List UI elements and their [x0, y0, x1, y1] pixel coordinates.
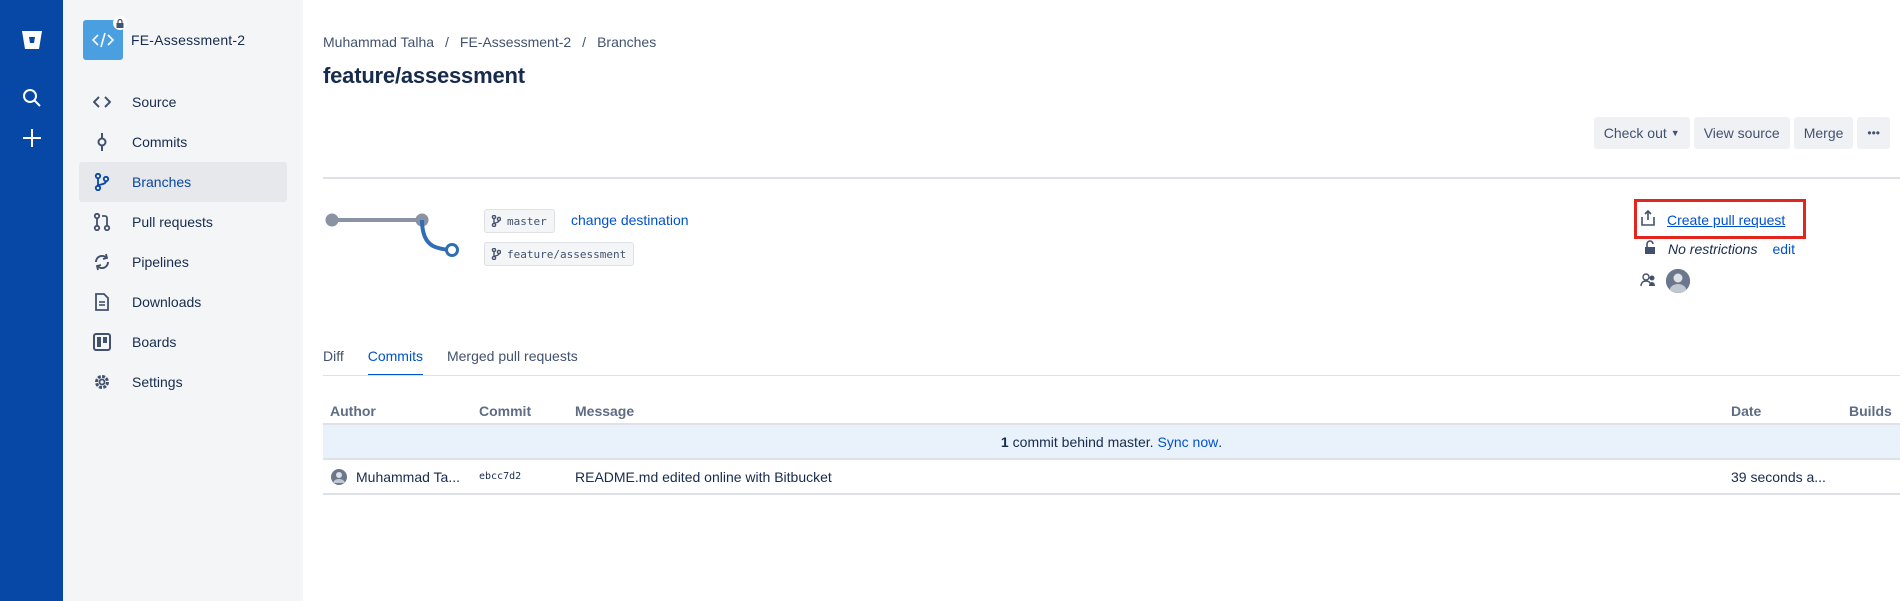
destination-branch-tag: master: [484, 209, 555, 233]
page-title: feature/assessment: [323, 63, 525, 88]
behind-count: 1: [1000, 433, 1009, 450]
sidebar-item-branches[interactable]: Branches: [79, 162, 287, 202]
branch-icon: [491, 215, 501, 227]
restrictions-text: No restrictions: [1668, 241, 1758, 257]
reviewers-icon: [1640, 272, 1657, 291]
tab-diff[interactable]: Diff: [323, 348, 344, 376]
create-pr-row: Create pull request: [1640, 209, 1785, 229]
column-commit: Commit: [479, 402, 532, 419]
sidebar-item-label: Boards: [132, 334, 177, 350]
pull-requests-icon: [91, 211, 113, 233]
commits-table: Author Commit Message Date Builds 1 comm…: [323, 398, 1900, 495]
branch-actions: Check out ▼ View source Merge •••: [1590, 117, 1890, 149]
commit-author: Muhammad Ta...: [356, 469, 461, 485]
breadcrumb-section[interactable]: Branches: [597, 34, 656, 50]
branch-icon: [491, 248, 501, 260]
caret-down-icon: ▼: [1670, 128, 1680, 138]
avatar[interactable]: [1666, 269, 1690, 293]
sidebar-item-settings[interactable]: Settings: [79, 362, 287, 402]
breadcrumb-separator: /: [445, 34, 449, 50]
global-nav: [0, 0, 63, 601]
view-source-button[interactable]: View source: [1693, 117, 1790, 149]
breadcrumb-repo[interactable]: FE-Assessment-2: [460, 34, 571, 50]
column-builds: Builds: [1849, 402, 1892, 419]
source-icon: [91, 91, 113, 113]
column-message: Message: [575, 402, 635, 419]
tab-merged-pull-requests[interactable]: Merged pull requests: [447, 348, 578, 376]
more-actions-button[interactable]: •••: [1857, 117, 1890, 149]
sidebar-item-label: Source: [132, 94, 177, 110]
table-header: Author Commit Message Date Builds: [323, 398, 1900, 425]
sidebar-item-label: Pull requests: [132, 214, 213, 230]
table-row[interactable]: Muhammad Ta... ebcc7d2 README.md edited …: [323, 460, 1900, 495]
branches-icon: [91, 171, 113, 193]
settings-icon: [91, 371, 113, 393]
commits-behind-banner: 1 commit behind master. Sync now .: [323, 425, 1900, 460]
behind-period: .: [1218, 433, 1223, 450]
boards-icon: [91, 331, 113, 353]
breadcrumb-user[interactable]: Muhammad Talha: [323, 34, 434, 50]
check-out-button[interactable]: Check out ▼: [1593, 117, 1690, 149]
sidebar-item-boards[interactable]: Boards: [79, 322, 287, 362]
behind-text: commit behind master.: [1012, 433, 1154, 450]
sidebar-nav: Source Commits Branches Pull requests Pi…: [79, 82, 287, 402]
breadcrumb: Muhammad Talha / FE-Assessment-2 / Branc…: [323, 34, 656, 50]
sidebar-item-commits[interactable]: Commits: [79, 122, 287, 162]
repo-avatar: [83, 16, 127, 60]
repo-name: FE-Assessment-2: [131, 32, 246, 48]
commits-icon: [91, 131, 113, 153]
sidebar-item-label: Branches: [132, 174, 192, 190]
sidebar-item-pull-requests[interactable]: Pull requests: [79, 202, 287, 242]
tabs-divider: [323, 375, 1900, 376]
reviewers-row: [1640, 269, 1690, 293]
header-divider: [323, 177, 1900, 179]
sidebar: FE-Assessment-2 Source Commits Branches …: [63, 0, 303, 601]
create-icon[interactable]: [0, 118, 63, 158]
bitbucket-logo-icon[interactable]: [0, 20, 63, 60]
column-date: Date: [1731, 402, 1762, 419]
source-branch-name: feature/assessment: [507, 247, 627, 261]
sidebar-item-label: Settings: [132, 374, 183, 390]
sidebar-item-label: Pipelines: [132, 254, 189, 270]
pipelines-icon: [91, 251, 113, 273]
unlock-icon: [1644, 240, 1656, 258]
sync-now-link[interactable]: Sync now: [1158, 434, 1219, 450]
sidebar-item-source[interactable]: Source: [79, 82, 287, 122]
avatar: [331, 469, 347, 488]
commit-message-link[interactable]: README.md edited online with Bitbucket: [575, 469, 832, 485]
source-branch-tag: feature/assessment: [484, 242, 635, 266]
branch-graph: [325, 213, 459, 257]
sidebar-item-label: Downloads: [132, 294, 202, 310]
search-icon[interactable]: [0, 78, 63, 118]
destination-branch-name: master: [507, 214, 547, 228]
breadcrumb-separator: /: [582, 34, 587, 50]
sidebar-item-label: Commits: [132, 134, 188, 150]
commit-hash-link[interactable]: ebcc7d2: [479, 471, 521, 482]
sidebar-item-pipelines[interactable]: Pipelines: [79, 242, 287, 282]
column-author: Author: [330, 402, 376, 419]
change-destination-link[interactable]: change destination: [571, 212, 689, 228]
downloads-icon: [91, 291, 113, 313]
share-icon: [1640, 209, 1656, 229]
code-icon: [92, 32, 114, 48]
lock-icon: [113, 16, 127, 30]
branch-tabs: Diff Commits Merged pull requests: [323, 348, 602, 376]
restrictions-row: No restrictions edit: [1640, 240, 1795, 258]
tab-commits[interactable]: Commits: [367, 348, 423, 376]
sidebar-item-downloads[interactable]: Downloads: [79, 282, 287, 322]
create-pull-request-link[interactable]: Create pull request: [1667, 212, 1785, 228]
commit-date: 39 seconds a...: [1731, 469, 1826, 485]
merge-button[interactable]: Merge: [1793, 117, 1854, 149]
check-out-label: Check out: [1603, 125, 1667, 141]
repo-header[interactable]: FE-Assessment-2: [83, 16, 246, 60]
edit-restrictions-link[interactable]: edit: [1772, 241, 1795, 257]
